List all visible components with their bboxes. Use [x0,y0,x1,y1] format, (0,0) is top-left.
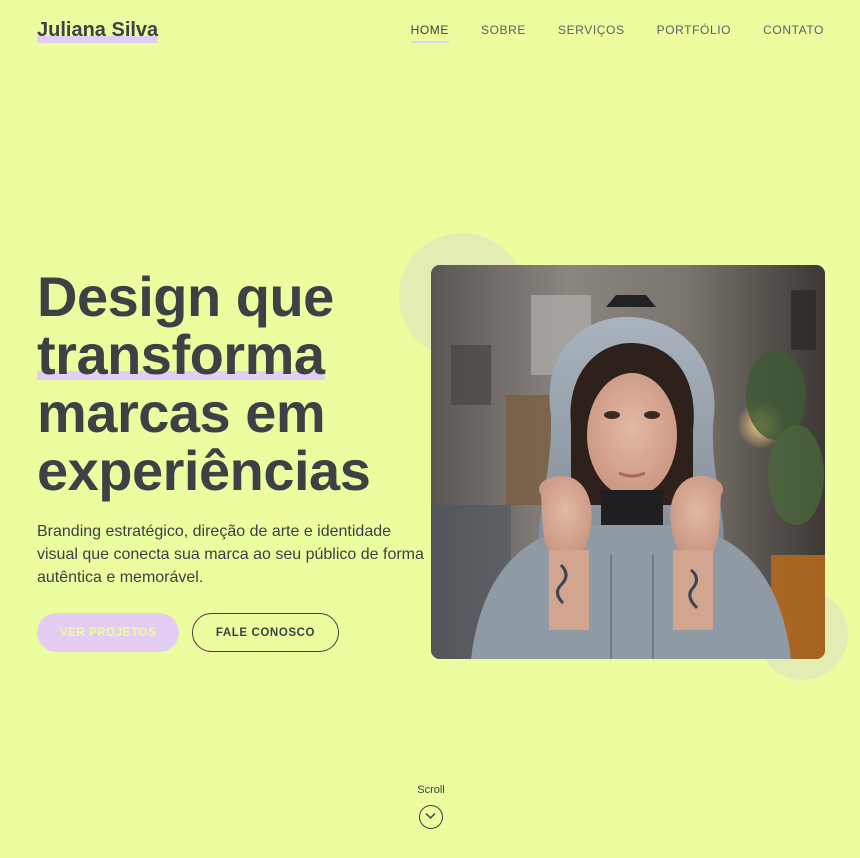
chevron-down-icon[interactable] [419,805,443,829]
hero-title: Design que transforma marcas em experiên… [37,268,437,500]
highlighted-word: transforma [37,326,325,384]
scroll-indicator[interactable]: Scroll [406,783,456,829]
hero-title-line-2: transforma [37,326,437,384]
page: Juliana Silva HOME SOBRE SERVIÇOS PORTFÓ… [0,0,860,858]
nav-item-home[interactable]: HOME [410,22,449,43]
logo-text: Juliana Silva [37,19,159,41]
hero-title-line-4: experiências [37,439,371,502]
hero-portrait-image [431,265,825,659]
scroll-label: Scroll [417,784,445,796]
hero-title-line-1: Design que [37,265,334,328]
nav-item-contato[interactable]: CONTATO [763,22,824,43]
nav-item-sobre[interactable]: SOBRE [481,22,526,43]
logo[interactable]: Juliana Silva [37,16,159,44]
hero-title-line-3: marcas em [37,381,326,444]
hero-subtitle: Branding estratégico, direção de arte e … [37,523,424,586]
portrait-photo [431,265,825,659]
view-projects-button[interactable]: VER PROJETOS [37,613,179,652]
contact-us-button[interactable]: FALE CONOSCO [192,613,339,652]
nav-item-servicos[interactable]: SERVIÇOS [558,22,625,43]
nav-item-portfolio[interactable]: PORTFÓLIO [657,22,732,43]
main-nav: HOME SOBRE SERVIÇOS PORTFÓLIO CONTATO [379,22,824,43]
highlighted-word-text: transforma [37,323,325,386]
